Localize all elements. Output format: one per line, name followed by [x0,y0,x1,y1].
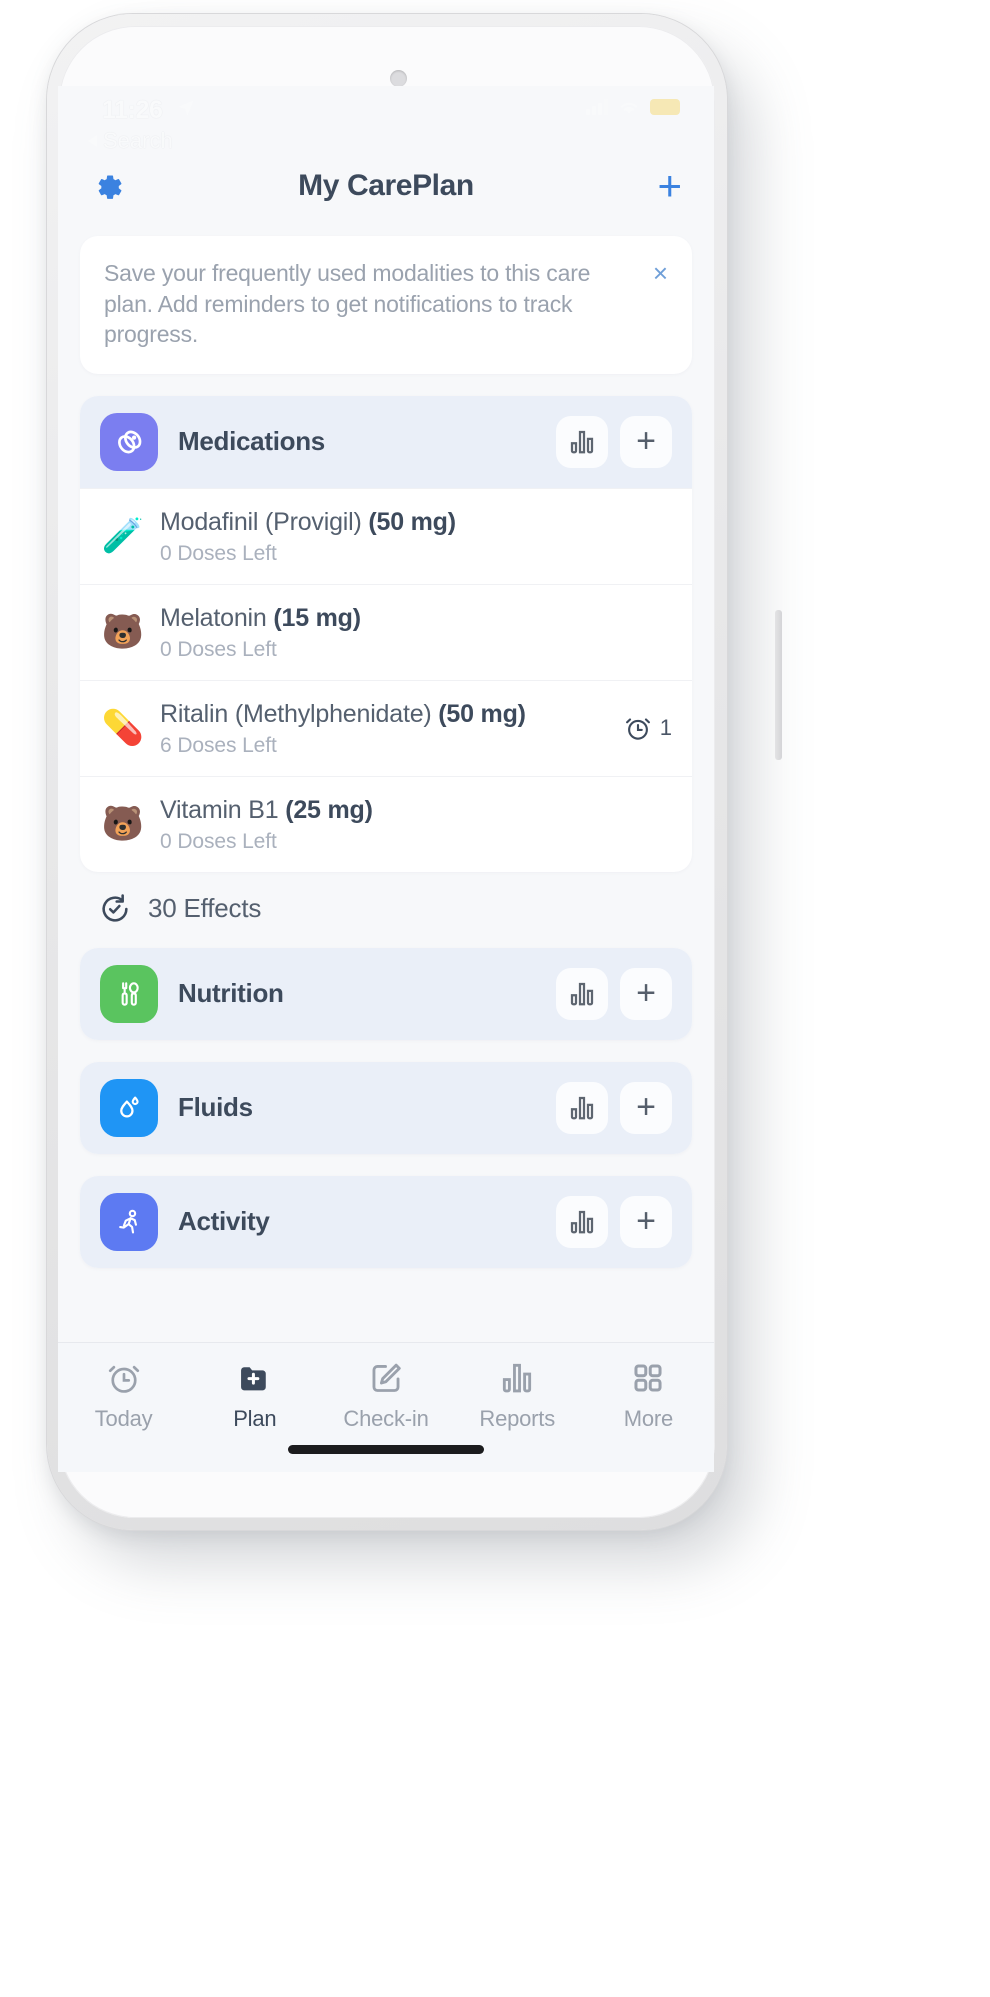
medication-row[interactable]: 🧪 Modafinil (Provigil) (50 mg) 0 Doses L… [80,487,692,584]
cellular-signal-icon [586,99,608,115]
plus-icon: + [636,973,656,1012]
section-header-fluids[interactable]: Fluids + [80,1061,692,1154]
section-title: Fluids [178,1092,253,1123]
section-add-button-medications[interactable]: + [620,415,672,468]
effects-label: 30 Effects [148,893,262,924]
section-title: Nutrition [178,978,284,1009]
plus-icon: + [636,421,656,460]
tab-label: Plan [233,1406,277,1431]
tab-label: More [623,1406,674,1431]
tab-check-in[interactable]: Check-in [320,1359,451,1432]
chart-icon [570,982,594,1006]
tab-reports[interactable]: Reports [452,1359,583,1432]
alarm-clock-icon [625,718,650,740]
medication-dose: (50 mg) [438,699,526,728]
medication-doses-left: 0 Doses Left [160,541,277,565]
gear-icon[interactable] [90,169,124,203]
section-chart-button-medications[interactable] [556,415,608,468]
capsule-icon: 💊 [101,709,145,748]
history-clock-icon [102,894,128,922]
close-icon[interactable]: × [653,260,668,286]
tab-more[interactable]: More [583,1359,714,1432]
medication-dose: (50 mg) [368,507,456,536]
front-camera-icon [390,70,407,87]
phone-screen: 11:26 Search My CarePlan + Save your fre… [58,86,714,1472]
section-title: Activity [178,1206,270,1237]
tab-today[interactable]: Today [58,1359,189,1432]
reminder-count: 1 [659,715,672,741]
section-chart-button-fluids[interactable] [556,1081,608,1134]
chart-icon [570,1096,594,1120]
section-add-button-nutrition[interactable]: + [620,967,672,1020]
bar-chart-icon [503,1363,532,1393]
add-careplan-item-button[interactable]: + [657,165,682,208]
tab-label: Check-in [343,1406,429,1431]
gummy-bear-icon: 🐻 [101,805,145,844]
section-fluids: Fluids + [80,1061,692,1154]
chart-icon [570,430,594,454]
medication-name: Ritalin (Methylphenidate) [160,699,439,728]
tab-plan[interactable]: Plan [189,1359,320,1432]
medication-row[interactable]: 🐻 Melatonin (15 mg) 0 Doses Left [80,583,692,680]
grid-squares-icon [634,1364,662,1392]
cutlery-icon [100,964,158,1023]
info-banner: Save your frequently used modalities to … [80,236,692,374]
folder-plus-icon [240,1367,266,1391]
medication-doses-left: 0 Doses Left [160,829,277,853]
power-button[interactable] [775,610,782,760]
navigation-bar: My CarePlan + [58,148,714,224]
alarm-clock-icon [108,1365,139,1393]
plus-icon: + [636,1087,656,1126]
wifi-icon [620,102,638,114]
careplan-content: Save your frequently used modalities to … [58,224,714,1342]
tab-label: Today [94,1406,153,1431]
status-indicators [586,98,680,116]
edit-square-icon [372,1363,401,1392]
back-chevron-icon [88,135,97,147]
section-header-nutrition[interactable]: Nutrition + [80,947,692,1040]
info-banner-text: Save your frequently used modalities to … [104,260,591,348]
status-time: 11:26 [102,96,163,124]
test-tube-icon: 🧪 [101,517,145,556]
section-nutrition: Nutrition + [80,947,692,1040]
section-chart-button-nutrition[interactable] [556,967,608,1020]
section-header-activity[interactable]: Activity + [80,1175,692,1268]
page-title: My CarePlan [298,169,474,202]
section-header-medications[interactable]: Medications + [80,395,692,488]
medication-row[interactable]: 🐻 Vitamin B1 (25 mg) 0 Doses Left [80,775,692,872]
gummy-bear-icon: 🐻 [101,613,145,652]
pills-icon [100,412,158,471]
medication-row[interactable]: 💊 Ritalin (Methylphenidate) (50 mg) 6 Do… [80,679,692,776]
medication-doses-left: 0 Doses Left [160,637,277,661]
running-person-icon [100,1192,158,1251]
medication-doses-left: 6 Doses Left [160,733,277,757]
section-medications: Medications + 🧪 Modafinil (Provigil) (50… [80,395,692,872]
medication-name: Modafinil (Provigil) [160,507,369,536]
water-drop-icon [100,1078,158,1137]
chart-icon [570,1210,594,1234]
effects-row[interactable]: 30 Effects [98,892,714,926]
section-chart-button-activity[interactable] [556,1195,608,1248]
medication-name: Melatonin [160,603,274,632]
section-activity: Activity + [80,1175,692,1268]
medication-name: Vitamin B1 [160,795,286,824]
medication-dose: (25 mg) [285,795,373,824]
tab-label: Reports [479,1406,556,1431]
section-title: Medications [178,426,325,457]
location-arrow-icon [178,100,194,116]
section-add-button-fluids[interactable]: + [620,1081,672,1134]
medication-dose: (15 mg) [273,603,361,632]
battery-icon [650,99,680,115]
reminder-badge[interactable]: 1 [623,713,672,743]
section-add-button-activity[interactable]: + [620,1195,672,1248]
plus-icon: + [636,1201,656,1240]
home-indicator[interactable] [288,1445,484,1454]
